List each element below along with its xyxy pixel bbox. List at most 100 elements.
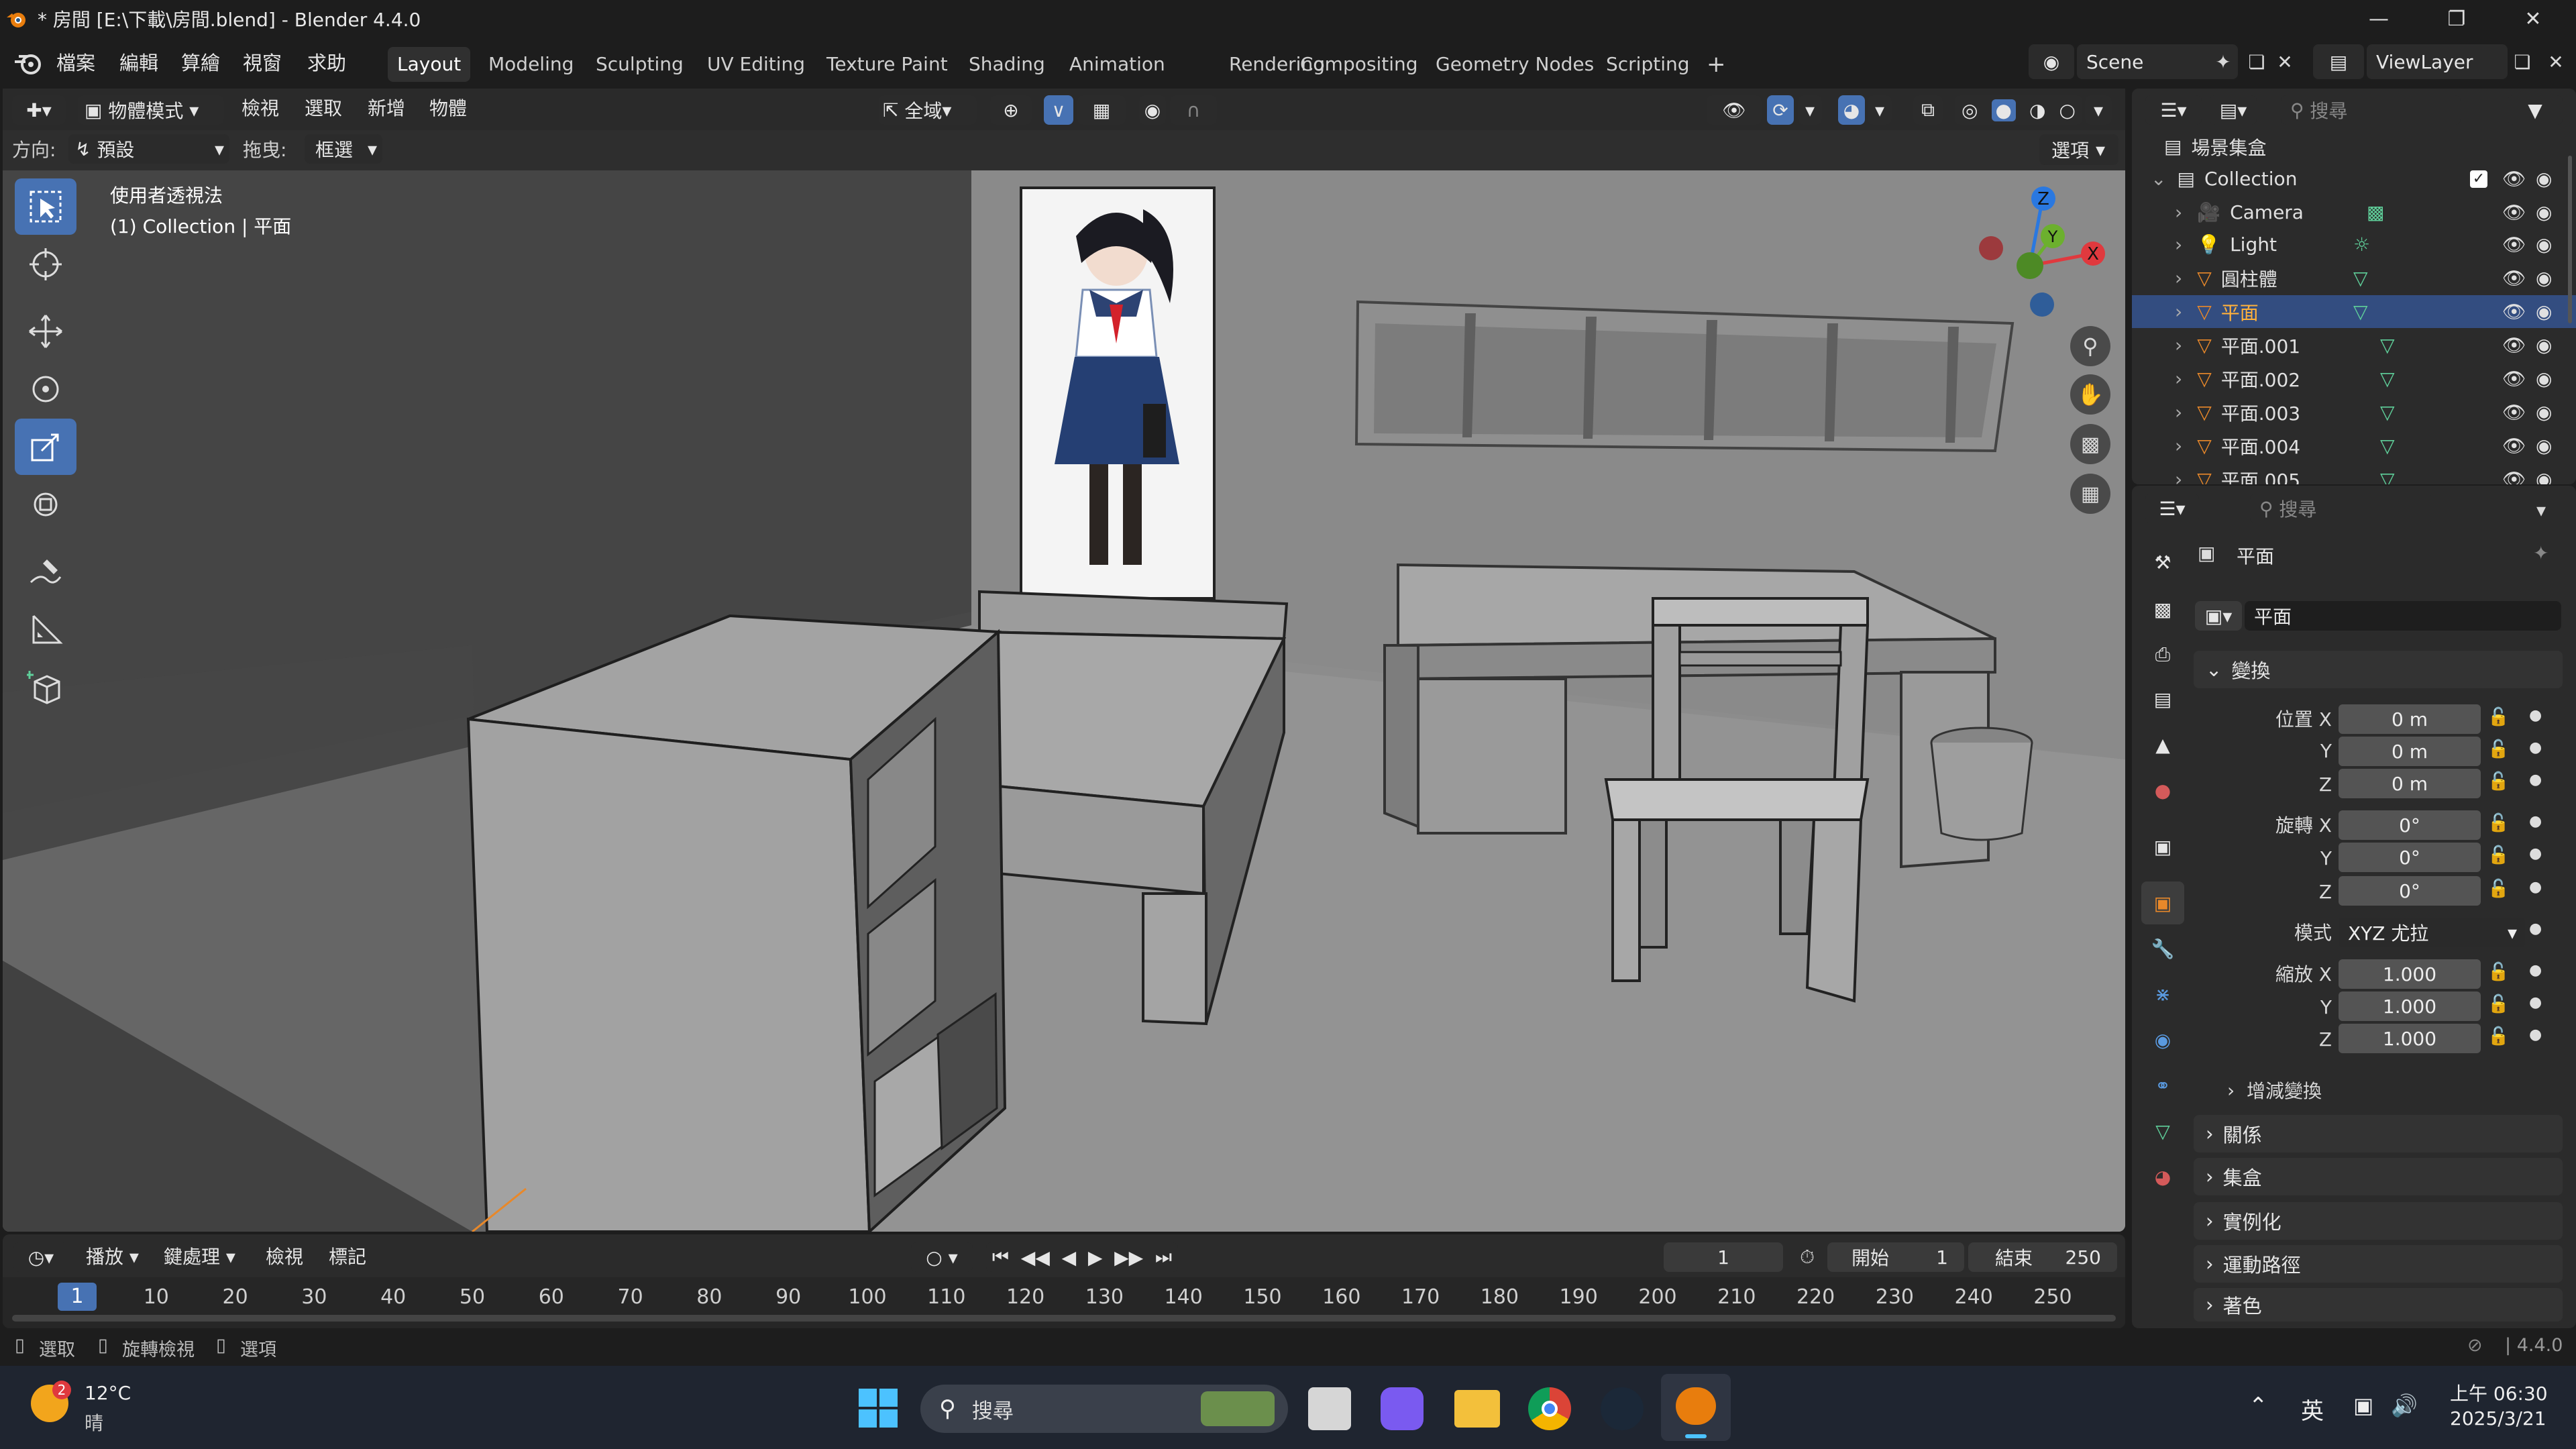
- stopwatch-icon[interactable]: ⏱: [1792, 1242, 1822, 1272]
- cursor-tool[interactable]: [15, 236, 76, 292]
- editor-type-button[interactable]: ✚▾: [12, 95, 66, 125]
- scale-z-field[interactable]: 1.000: [2339, 1024, 2481, 1053]
- menu-timeline-view[interactable]: 檢視: [266, 1241, 303, 1273]
- ortho-grid-icon[interactable]: ▦: [2070, 474, 2110, 514]
- tray-chevron-up-icon[interactable]: ⌃: [2249, 1393, 2268, 1419]
- keyframe-dot-icon[interactable]: ●: [2529, 1026, 2542, 1043]
- eye-icon[interactable]: 👁: [2502, 201, 2526, 223]
- ime-indicator[interactable]: 英: [2301, 1393, 2324, 1426]
- timeline-scrollbar[interactable]: [12, 1315, 2116, 1322]
- lock-icon[interactable]: 🔓: [2487, 845, 2509, 865]
- rendered-shading-icon[interactable]: ○: [2059, 99, 2076, 121]
- material-shading-icon[interactable]: ◑: [2029, 99, 2045, 121]
- viewlayer-name-field[interactable]: ViewLayer: [2367, 44, 2508, 79]
- tab-scripting[interactable]: Scripting: [1597, 47, 1699, 82]
- scale-x-field[interactable]: 1.000: [2339, 959, 2481, 989]
- render-camera-icon[interactable]: ◉: [2536, 334, 2552, 356]
- shading-dropdown[interactable]: ▾: [2085, 95, 2112, 125]
- outliner-editor-type[interactable]: ☰▾: [2145, 95, 2202, 125]
- snap-toggle[interactable]: ∨: [1044, 95, 1073, 125]
- lock-icon[interactable]: 🔓: [2487, 962, 2509, 982]
- outliner-item[interactable]: › ▽ 平面.002 ▽ 👁 ◉: [2132, 362, 2576, 395]
- keyframe-dot-icon[interactable]: ●: [2529, 920, 2542, 937]
- keyframe-dot-icon[interactable]: ●: [2529, 707, 2542, 724]
- lock-icon[interactable]: 🔓: [2487, 813, 2509, 833]
- options-dropdown[interactable]: 選項 ▾: [2039, 134, 2118, 165]
- scene-properties-tab[interactable]: ▲: [2141, 723, 2184, 766]
- transform-orientation-dropdown[interactable]: ⇱ 全域 ▾: [879, 95, 977, 125]
- play-icon[interactable]: ▶: [1088, 1246, 1103, 1269]
- rotate-tool[interactable]: [15, 361, 76, 417]
- xray-toggle[interactable]: ⧉: [1913, 95, 1943, 125]
- render-camera-icon[interactable]: ◉: [2536, 233, 2552, 256]
- taskbar-search-box[interactable]: ⚲ 搜尋: [920, 1385, 1288, 1433]
- start-frame-field[interactable]: 開始 1: [1827, 1242, 1964, 1272]
- rotation-z-field[interactable]: 0°: [2339, 876, 2481, 906]
- menu-view[interactable]: 檢視: [241, 93, 279, 125]
- drag-dropdown[interactable]: 框選 ▾: [305, 134, 382, 164]
- start-button[interactable]: [859, 1389, 898, 1428]
- collection-properties-tab[interactable]: ▣: [2141, 825, 2184, 868]
- end-frame-field[interactable]: 結束 250: [1968, 1242, 2117, 1272]
- menu-playback[interactable]: 播放 ▾: [86, 1241, 139, 1273]
- display-mode-dropdown[interactable]: ▤▾: [2210, 95, 2257, 125]
- new-scene-icon[interactable]: ❏: [2243, 50, 2270, 74]
- steam-icon[interactable]: [1601, 1387, 1644, 1430]
- menu-render[interactable]: 算繪: [181, 47, 220, 79]
- outliner-item[interactable]: › ▽ 平面.001 ▽ 👁 ◉: [2132, 329, 2576, 362]
- timeline-editor-type[interactable]: ◷▾: [13, 1242, 68, 1272]
- motion-paths-section[interactable]: › 運動路徑: [2194, 1245, 2563, 1283]
- keyframe-dot-icon[interactable]: ●: [2529, 771, 2542, 788]
- menu-window[interactable]: 視窗: [243, 47, 282, 79]
- eye-icon[interactable]: 👁: [2502, 267, 2526, 289]
- material-properties-tab[interactable]: ◕: [2141, 1155, 2184, 1198]
- file-explorer-icon[interactable]: [1454, 1390, 1500, 1428]
- rotation-mode-dropdown[interactable]: XYZ 尤拉 ▾: [2339, 918, 2525, 947]
- render-camera-icon[interactable]: ◉: [2536, 368, 2552, 390]
- jump-end-icon[interactable]: ⏭: [1155, 1246, 1172, 1269]
- chevron-right-icon[interactable]: ›: [2175, 301, 2182, 323]
- location-y-field[interactable]: 0 m: [2339, 737, 2481, 766]
- rotation-x-field[interactable]: 0°: [2339, 810, 2481, 840]
- jump-start-icon[interactable]: ⏮: [992, 1246, 1009, 1269]
- outliner-item[interactable]: › ▽ 平面 ▽ 👁 ◉: [2132, 295, 2576, 328]
- rotation-y-field[interactable]: 0°: [2339, 843, 2481, 872]
- chevron-right-icon[interactable]: ›: [2175, 401, 2182, 423]
- transform-tool[interactable]: [15, 476, 76, 533]
- physics-properties-tab[interactable]: ◉: [2141, 1018, 2184, 1061]
- chevron-right-icon[interactable]: ›: [2175, 201, 2182, 223]
- outliner-item[interactable]: › ▽ 平面.004 ▽ 👁 ◉: [2132, 429, 2576, 462]
- keyframe-dot-icon[interactable]: ●: [2529, 845, 2542, 862]
- render-properties-tab[interactable]: ▩: [2141, 588, 2184, 631]
- location-z-field[interactable]: 0 m: [2339, 769, 2481, 798]
- outliner-item[interactable]: › 🎥 Camera ▩ 👁 ◉: [2132, 196, 2576, 229]
- render-camera-icon[interactable]: ◉: [2536, 435, 2552, 457]
- gizmo-dropdown[interactable]: ▾: [1798, 95, 1822, 125]
- mesh-data-icon[interactable]: ▽: [2353, 267, 2368, 289]
- annotate-tool[interactable]: [15, 543, 76, 600]
- mesh-data-icon[interactable]: ▽: [2353, 301, 2368, 323]
- tab-compositing[interactable]: Compositing: [1291, 47, 1428, 82]
- keyframe-dot-icon[interactable]: ●: [2529, 813, 2542, 830]
- menu-edit[interactable]: 編輯: [119, 47, 158, 79]
- mesh-data-icon[interactable]: ▽: [2380, 468, 2395, 484]
- chevron-right-icon[interactable]: ›: [2175, 468, 2182, 484]
- relations-section[interactable]: › 關係: [2194, 1115, 2563, 1152]
- tab-shading[interactable]: Shading: [959, 47, 1055, 82]
- render-camera-icon[interactable]: ◉: [2536, 301, 2552, 323]
- menu-marker[interactable]: 標記: [329, 1241, 366, 1273]
- keyframe-dot-icon[interactable]: ●: [2529, 879, 2542, 896]
- viewlayer-selector-button[interactable]: ▤: [2313, 44, 2364, 79]
- clock-date[interactable]: 2025/3/21: [2450, 1407, 2546, 1430]
- render-camera-icon[interactable]: ◉: [2536, 168, 2552, 190]
- prev-keyframe-icon[interactable]: ◀◀: [1021, 1246, 1050, 1269]
- outliner-collection[interactable]: ⌄ ▤ Collection ✓ 👁 ◉: [2132, 162, 2576, 195]
- render-camera-icon[interactable]: ◉: [2536, 401, 2552, 423]
- chevron-right-icon[interactable]: ›: [2175, 233, 2182, 256]
- add-cube-tool[interactable]: [15, 659, 76, 715]
- blender-taskbar-button[interactable]: [1661, 1374, 1731, 1441]
- chevron-right-icon[interactable]: ›: [2175, 267, 2182, 289]
- tab-modeling[interactable]: Modeling: [479, 47, 583, 82]
- measure-tool[interactable]: [15, 601, 76, 657]
- properties-editor-type[interactable]: ☰▾: [2145, 494, 2199, 523]
